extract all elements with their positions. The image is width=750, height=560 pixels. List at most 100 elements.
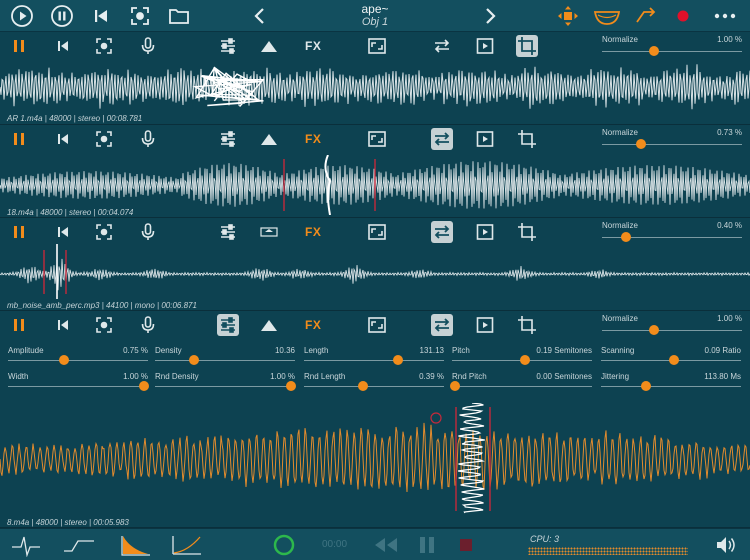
transport-pause-icon[interactable] (416, 533, 438, 557)
param-length[interactable]: Length 131.13 (304, 346, 444, 366)
param-pitch[interactable]: Pitch 0.19 Semitones (452, 346, 592, 366)
play-box-icon[interactable] (474, 221, 496, 243)
crop-icon[interactable] (516, 314, 538, 336)
slider-knob[interactable] (285, 381, 296, 391)
expand-icon[interactable] (366, 128, 388, 150)
pause-icon[interactable] (50, 4, 74, 28)
waveform[interactable] (0, 244, 750, 299)
slider-knob[interactable] (648, 46, 659, 56)
skip-back-icon[interactable] (89, 4, 113, 28)
slider-knob[interactable] (138, 381, 149, 391)
param-density[interactable]: Density 10.36 (155, 346, 295, 366)
record-icon[interactable] (671, 4, 695, 28)
param-jittering[interactable]: Jittering 113.80 Ms (601, 372, 741, 392)
bowl-icon[interactable] (592, 4, 622, 28)
sliders-icon[interactable] (217, 128, 239, 150)
param-rnd-density[interactable]: Rnd Density 1.00 % (155, 372, 296, 392)
decay-icon[interactable] (118, 533, 152, 557)
slider-knob[interactable] (620, 232, 631, 242)
slider-knob[interactable] (392, 355, 403, 365)
track-1: FX Normalize 1.00 % AR 1.m4a | 48000 | s… (0, 32, 750, 125)
envelope-icon[interactable] (258, 314, 280, 336)
crop-icon[interactable] (516, 35, 538, 57)
fx-button[interactable]: FX (305, 225, 321, 239)
normalize-value: 1.00 % (717, 314, 742, 323)
folder-icon[interactable] (167, 4, 191, 28)
slider-knob[interactable] (636, 139, 647, 149)
microphone-icon[interactable] (137, 35, 159, 57)
param-width[interactable]: Width 1.00 % (8, 372, 149, 392)
param-amplitude[interactable]: Amplitude 0.75 % (8, 346, 148, 366)
envelope-icon[interactable] (258, 221, 280, 243)
slider-knob[interactable] (59, 355, 69, 365)
track-skip-back-icon[interactable] (52, 314, 74, 336)
slider-knob[interactable] (449, 381, 460, 391)
swap-icon[interactable] (431, 221, 453, 243)
crop-icon[interactable] (516, 221, 538, 243)
track-focus-icon[interactable] (93, 314, 115, 336)
expand-icon[interactable] (366, 221, 388, 243)
microphone-icon[interactable] (137, 314, 159, 336)
play-box-icon[interactable] (474, 314, 496, 336)
grain-shape-icon[interactable] (10, 533, 42, 557)
track-pause-icon[interactable] (8, 35, 30, 57)
expand-icon[interactable] (366, 314, 388, 336)
track-skip-back-icon[interactable] (52, 128, 74, 150)
more-icon[interactable] (712, 4, 738, 28)
swap-icon[interactable] (431, 35, 453, 57)
chevron-right-icon[interactable] (478, 4, 502, 28)
speaker-icon[interactable] (714, 533, 738, 557)
play-icon[interactable] (10, 4, 34, 28)
track-focus-icon[interactable] (93, 221, 115, 243)
microphone-icon[interactable] (137, 128, 159, 150)
fx-button[interactable]: FX (305, 132, 321, 146)
waveform[interactable] (0, 403, 750, 515)
sliders-icon[interactable] (217, 221, 239, 243)
track-pause-icon[interactable] (8, 221, 30, 243)
rewind-icon[interactable] (372, 533, 400, 557)
expand-icon[interactable] (366, 35, 388, 57)
slider-knob[interactable] (668, 355, 679, 365)
route-arrow-icon[interactable] (634, 4, 658, 28)
ramp-icon[interactable] (62, 533, 96, 557)
param-rnd-pitch[interactable]: Rnd Pitch 0.00 Semitones (449, 372, 592, 392)
slider-track (602, 144, 742, 145)
waveform[interactable] (0, 155, 750, 215)
slider-knob[interactable] (519, 355, 530, 365)
envelope-icon[interactable] (258, 35, 280, 57)
stop-icon[interactable] (455, 533, 477, 557)
sliders-icon[interactable] (217, 314, 239, 336)
swap-icon[interactable] (431, 128, 453, 150)
fx-button[interactable]: FX (305, 318, 321, 332)
move-arrows-icon[interactable] (556, 4, 580, 28)
curve-icon[interactable] (170, 533, 204, 557)
play-box-icon[interactable] (474, 128, 496, 150)
waveform[interactable] (0, 62, 750, 112)
loop-record-icon[interactable] (272, 533, 296, 557)
track-skip-back-icon[interactable] (52, 221, 74, 243)
file-info: AR 1.m4a | 48000 | stereo | 00:08.781 (7, 114, 143, 123)
param-rnd-length[interactable]: Rnd Length 0.39 % (304, 372, 444, 392)
track-focus-icon[interactable] (93, 35, 115, 57)
track-skip-back-icon[interactable] (52, 35, 74, 57)
slider-knob[interactable] (648, 325, 659, 335)
slider-knob[interactable] (189, 355, 200, 365)
swap-icon[interactable] (431, 314, 453, 336)
sliders-icon[interactable] (217, 35, 239, 57)
chevron-left-icon[interactable] (248, 4, 272, 28)
slider-knob[interactable] (640, 381, 651, 391)
crop-icon[interactable] (516, 128, 538, 150)
slider-track (8, 360, 148, 361)
focus-icon[interactable] (128, 4, 152, 28)
microphone-icon[interactable] (137, 221, 159, 243)
slider-track (304, 386, 444, 387)
slider-knob[interactable] (357, 381, 368, 391)
envelope-icon[interactable] (258, 128, 280, 150)
grain-position-handle[interactable] (430, 412, 442, 424)
param-scanning[interactable]: Scanning 0.09 Ratio (601, 346, 741, 366)
track-pause-icon[interactable] (8, 314, 30, 336)
fx-button[interactable]: FX (305, 39, 321, 53)
play-box-icon[interactable] (474, 35, 496, 57)
track-focus-icon[interactable] (93, 128, 115, 150)
track-pause-icon[interactable] (8, 128, 30, 150)
